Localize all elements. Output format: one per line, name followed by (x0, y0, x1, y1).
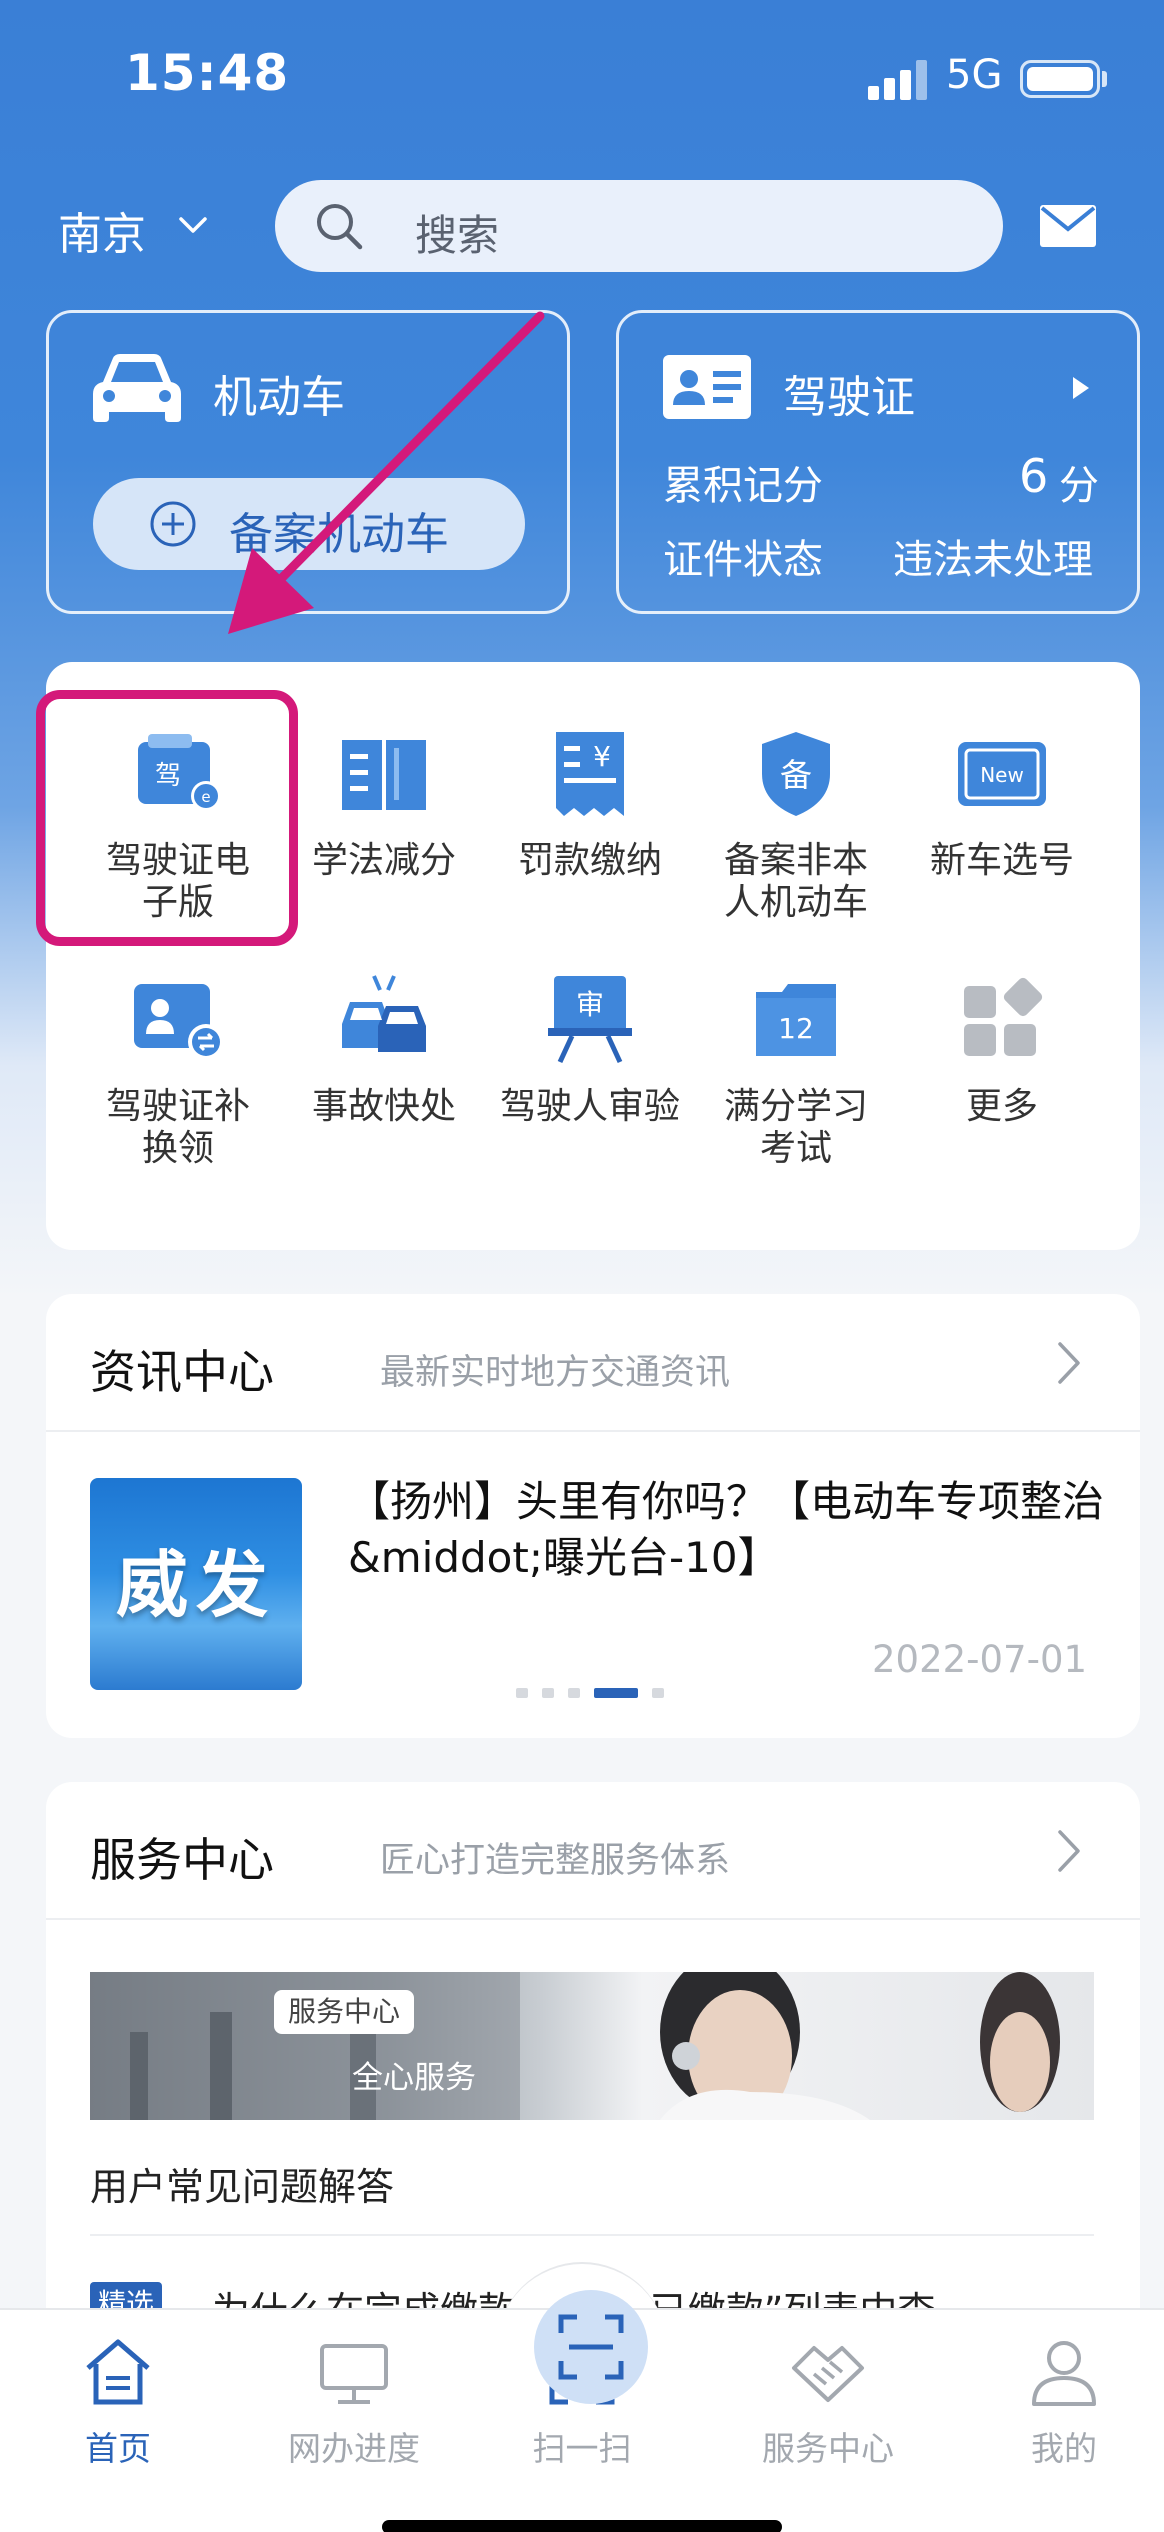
battery-icon (1020, 60, 1100, 98)
accident-cars-icon (342, 975, 426, 1052)
add-vehicle-button[interactable]: 备案机动车 (93, 478, 525, 570)
chevron-down-icon[interactable] (178, 210, 208, 240)
service-label: 新车选号 (929, 840, 1074, 881)
service-label: 备案非本 (723, 840, 868, 881)
service-driver-review[interactable]: 审 驾驶人审验 (490, 972, 690, 1128)
banner-subtitle: 全心服务 (352, 2060, 476, 2096)
book-icon (342, 740, 426, 810)
service-new-plate[interactable]: New 新车选号 (902, 726, 1102, 882)
status-value: 违法未处理 (893, 537, 1093, 583)
service-license-exchange[interactable]: 驾驶证补 换领 (78, 972, 278, 1170)
tab-service-center[interactable]: 服务中心 (748, 2334, 908, 2470)
tab-label: 网办进度 (288, 2429, 420, 2468)
points-value: 6 (1019, 449, 1049, 503)
divider (46, 1430, 1140, 1432)
fine-receipt-icon: ¥ (556, 732, 624, 816)
service-label-line2: 人机动车 (723, 882, 868, 923)
banner-illustration (90, 1972, 1060, 2120)
news-subtitle: 最新实时地方交通资讯 (380, 1353, 731, 1393)
user-icon (1032, 2341, 1096, 2406)
vehicle-card[interactable]: 机动车 备案机动车 (46, 310, 570, 614)
signal-icon (868, 58, 928, 100)
service-label: 罚款缴纳 (517, 840, 662, 881)
points-unit: 分 (1059, 463, 1099, 509)
service-pay-fine[interactable]: ¥ 罚款缴纳 (490, 726, 690, 882)
triangle-right-icon[interactable] (1069, 373, 1093, 403)
service-label: 事故快处 (311, 1086, 456, 1127)
service-center-subtitle: 匠心打造完整服务体系 (380, 1841, 731, 1881)
tab-home[interactable]: 首页 (38, 2334, 198, 2470)
service-label-line2: 考试 (759, 1128, 832, 1169)
handshake-icon (792, 2346, 864, 2402)
tab-progress[interactable]: 网办进度 (274, 2334, 434, 2470)
status-label: 证件状态 (663, 537, 823, 583)
new-plate-icon: New (958, 742, 1046, 806)
mail-icon[interactable] (1040, 205, 1096, 247)
review-board-icon: 审 (548, 976, 632, 1064)
news-date: 2022-07-01 (872, 1638, 1088, 1681)
news-thumbnail[interactable]: 威发 (90, 1478, 302, 1690)
car-icon (93, 354, 181, 422)
news-headline[interactable]: 【扬州】头里有你吗？【电动车专项整治&middot;曝光台-10】 (348, 1474, 1148, 1586)
service-banner[interactable]: 服务中心 全心服务 (90, 1972, 1094, 2120)
carousel-dots (516, 1682, 678, 1701)
service-label: 满分学习 (723, 1086, 868, 1127)
service-more[interactable]: 更多 (902, 972, 1102, 1128)
service-label-line2: 换领 (141, 1128, 214, 1169)
review-glyph: 审 (576, 988, 604, 1021)
network-type: 5G (946, 52, 1003, 98)
fine-glyph: ¥ (593, 740, 611, 773)
search-placeholder: 搜索 (415, 211, 500, 260)
tab-mine[interactable]: 我的 (984, 2334, 1144, 2470)
annotation-highlight (36, 690, 298, 946)
battery-tip (1102, 71, 1107, 87)
search-icon (317, 204, 363, 250)
service-accident[interactable]: 事故快处 (284, 972, 484, 1128)
license-exchange-icon (134, 984, 224, 1060)
exam-glyph: 12 (778, 1012, 814, 1045)
record-shield-icon: 备 (762, 732, 830, 816)
points-label: 累积记分 (663, 463, 823, 509)
service-study-reduce[interactable]: 学法减分 (284, 726, 484, 882)
plus-circle-icon (150, 501, 196, 547)
divider (90, 2234, 1094, 2236)
record-glyph: 备 (780, 756, 812, 794)
add-vehicle-label: 备案机动车 (229, 509, 449, 560)
service-label: 驾驶人审验 (499, 1086, 680, 1127)
news-thumbnail-text: 威发 (115, 1542, 276, 1627)
service-label: 驾驶证补 (105, 1086, 250, 1127)
new-glyph: New (980, 763, 1024, 787)
city-selector[interactable]: 南京 (58, 198, 146, 262)
chevron-right-icon[interactable] (1056, 1340, 1082, 1386)
license-title: 驾驶证 (783, 372, 915, 423)
service-center-title: 服务中心 (90, 1833, 274, 1887)
service-record-other-vehicle[interactable]: 备 备案非本 人机动车 (696, 726, 896, 924)
tab-label: 服务中心 (762, 2429, 894, 2468)
license-card[interactable]: 驾驶证 累积记分 6 分 证件状态 违法未处理 (616, 310, 1140, 614)
divider (46, 1918, 1140, 1920)
news-card[interactable]: 资讯中心 最新实时地方交通资讯 威发 【扬州】头里有你吗？【电动车专项整治&mi… (46, 1294, 1140, 1738)
service-label: 学法减分 (311, 840, 456, 881)
vehicle-title: 机动车 (213, 372, 345, 423)
exam-folder-icon: 12 (756, 984, 836, 1056)
tab-label: 扫一扫 (532, 2429, 632, 2468)
id-card-icon (663, 355, 751, 419)
chevron-right-icon[interactable] (1056, 1828, 1082, 1874)
status-time: 15:48 (125, 44, 290, 102)
service-label: 更多 (965, 1086, 1038, 1127)
faq-title: 用户常见问题解答 (90, 2165, 395, 2209)
search-bar[interactable]: 搜索 (275, 180, 1003, 272)
monitor-icon (320, 2344, 388, 2404)
tab-label: 我的 (1031, 2429, 1097, 2468)
service-full-score-exam[interactable]: 12 满分学习 考试 (696, 972, 896, 1170)
home-icon (86, 2339, 150, 2405)
scan-icon[interactable] (553, 2309, 629, 2385)
more-grid-icon (964, 977, 1043, 1056)
news-title: 资讯中心 (90, 1345, 274, 1399)
banner-tag: 服务中心 (274, 1990, 415, 2034)
home-indicator (382, 2520, 782, 2532)
tab-label: 首页 (85, 2429, 151, 2468)
